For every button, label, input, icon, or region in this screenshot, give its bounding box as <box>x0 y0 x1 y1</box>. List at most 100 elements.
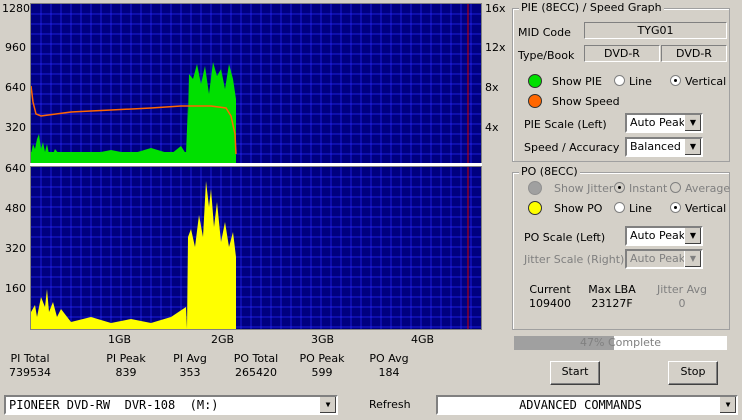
speed-accuracy-label: Speed / Accuracy <box>524 141 620 154</box>
chevron-down-icon[interactable]: ▼ <box>684 228 701 244</box>
x-label-4gb: 4GB <box>411 333 435 346</box>
po-data-area-high <box>187 181 236 329</box>
po-scale-value: Auto Peak <box>630 229 686 242</box>
stat-po-peak-value: 599 <box>311 366 333 379</box>
po-graph <box>30 166 482 330</box>
max-lba: Max LBA 23127F <box>582 283 642 311</box>
x-label-3gb: 3GB <box>311 333 335 346</box>
speed-label-12x: 12x <box>485 41 506 54</box>
refresh-link[interactable]: Refresh <box>369 398 411 411</box>
progress-bar: 47% Complete <box>514 336 727 350</box>
current-lba-label: Current <box>529 283 571 296</box>
jitter-scale-label: Jitter Scale (Right) <box>524 253 625 266</box>
jitter-average-label: Average <box>685 182 731 195</box>
stat-pi-total-value: 739534 <box>9 366 51 379</box>
current-lba-value: 109400 <box>529 297 571 310</box>
po-data-area-low <box>31 289 187 329</box>
speed-color-icon <box>528 94 542 108</box>
show-po-label[interactable]: Show PO <box>554 202 602 215</box>
pie-vertical-radio[interactable] <box>670 75 681 86</box>
jitter-scale-value: Auto Peak <box>630 252 686 265</box>
jitter-scale-select[interactable]: Auto Peak ▼ <box>625 249 703 269</box>
max-lba-label: Max LBA <box>588 283 636 296</box>
po-line-radio[interactable] <box>614 202 625 213</box>
jitter-avg: Jitter Avg 0 <box>650 283 714 311</box>
disc-type-value: DVD-R <box>584 45 660 62</box>
x-label-2gb: 2GB <box>211 333 235 346</box>
type-book-label: Type/Book <box>518 49 575 62</box>
speed-label-16x: 16x <box>485 2 506 15</box>
pie-y-label-320: 320 <box>5 121 26 134</box>
show-speed-label[interactable]: Show Speed <box>552 95 620 108</box>
stat-pi-peak-value: 839 <box>115 366 137 379</box>
pie-y-label-640: 640 <box>5 81 26 94</box>
speed-accuracy-select[interactable]: Balanced ▼ <box>625 137 703 157</box>
stat-po-avg-label: PO Avg <box>369 352 409 365</box>
progress-text: 47% Complete <box>580 336 661 349</box>
stat-pi-avg-value: 353 <box>179 366 201 379</box>
show-jitter-label[interactable]: Show Jitter <box>554 182 613 195</box>
po-scale-select[interactable]: Auto Peak ▼ <box>625 226 703 246</box>
po-color-icon <box>528 201 542 215</box>
stat-po-avg: PO Avg 184 <box>359 352 419 380</box>
stat-pi-peak-label: PI Peak <box>106 352 146 365</box>
jitter-color-icon <box>528 181 542 195</box>
jitter-average-radio[interactable] <box>670 182 681 193</box>
po-y-label-160: 160 <box>5 282 26 295</box>
pie-y-label-960: 960 <box>5 41 26 54</box>
pie-vertical-label: Vertical <box>685 75 727 88</box>
advanced-commands-value: ADVANCED COMMANDS <box>519 398 642 412</box>
speed-accuracy-value: Balanced <box>630 140 681 153</box>
pie-line-radio[interactable] <box>614 75 625 86</box>
chevron-down-icon[interactable]: ▼ <box>719 397 736 413</box>
stat-pi-total: PI Total 739534 <box>0 352 60 380</box>
po-scale-label: PO Scale (Left) <box>524 231 606 244</box>
stat-pi-avg: PI Avg 353 <box>160 352 220 380</box>
po-y-label-480: 480 <box>5 202 26 215</box>
pie-scale-select[interactable]: Auto Peak ▼ <box>625 113 703 133</box>
pie-scale-value: Auto Peak <box>630 116 686 129</box>
drive-value: PIONEER DVD-RW DVR-108 (M:) <box>9 398 219 412</box>
chevron-down-icon[interactable]: ▼ <box>684 115 701 131</box>
jitter-avg-value: 0 <box>678 297 686 310</box>
stat-po-total: PO Total 265420 <box>226 352 286 380</box>
stat-po-peak-label: PO Peak <box>299 352 345 365</box>
disc-book-value: DVD-R <box>661 45 727 62</box>
stat-po-peak: PO Peak 599 <box>292 352 352 380</box>
start-button-label: Start <box>561 365 589 378</box>
current-lba: Current 109400 <box>520 283 580 311</box>
advanced-commands-select[interactable]: ADVANCED COMMANDS ▼ <box>436 395 738 415</box>
speed-label-4x: 4x <box>485 121 499 134</box>
speed-label-8x: 8x <box>485 81 499 94</box>
stop-button-label: Stop <box>680 365 706 378</box>
start-button[interactable]: Start <box>550 361 600 385</box>
chevron-down-icon[interactable]: ▼ <box>319 397 336 413</box>
stat-pi-peak: PI Peak 839 <box>96 352 156 380</box>
pie-graph-svg <box>31 4 481 164</box>
po-y-label-320: 320 <box>5 242 26 255</box>
chevron-down-icon[interactable]: ▼ <box>684 251 701 267</box>
max-lba-value: 23127F <box>591 297 633 310</box>
po-group-title: PO (8ECC) <box>519 165 580 178</box>
jitter-avg-label: Jitter Avg <box>656 283 708 296</box>
po-graph-svg <box>31 167 481 329</box>
stat-po-total-label: PO Total <box>233 352 279 365</box>
drive-select[interactable]: PIONEER DVD-RW DVR-108 (M:) ▼ <box>4 395 338 415</box>
stop-button[interactable]: Stop <box>668 361 718 385</box>
pie-speed-group-title: PIE (8ECC) / Speed Graph <box>519 1 664 14</box>
stat-pi-total-label: PI Total <box>10 352 50 365</box>
chevron-down-icon[interactable]: ▼ <box>684 139 701 155</box>
jitter-instant-label: Instant <box>629 182 668 195</box>
show-pie-label[interactable]: Show PIE <box>552 75 602 88</box>
po-vertical-radio[interactable] <box>670 202 681 213</box>
po-y-label-640: 640 <box>5 162 26 175</box>
x-label-1gb: 1GB <box>108 333 132 346</box>
stat-po-avg-value: 184 <box>378 366 400 379</box>
stat-pi-avg-label: PI Avg <box>173 352 207 365</box>
mid-code-value: TYG01 <box>584 22 727 39</box>
mid-code-label: MID Code <box>518 26 571 39</box>
pie-graph <box>30 3 482 165</box>
jitter-instant-radio[interactable] <box>614 182 625 193</box>
pie-scale-label: PIE Scale (Left) <box>524 118 607 131</box>
pie-line-label: Line <box>629 75 652 88</box>
